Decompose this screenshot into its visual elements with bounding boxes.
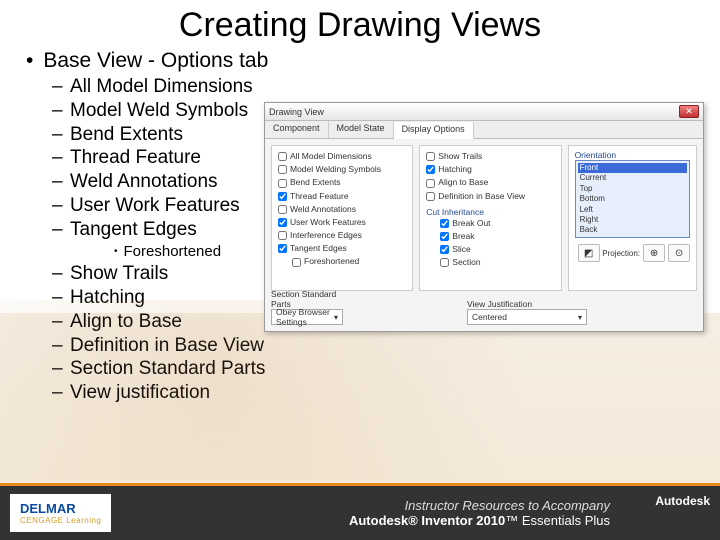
orientation-item[interactable]: Front	[578, 163, 687, 173]
tab-model-state[interactable]: Model State	[329, 121, 394, 138]
orientation-col: Orientation Front Current Top Bottom Lef…	[568, 145, 697, 291]
autodesk-logo: Autodesk	[655, 494, 710, 508]
section-std-parts-label: Section Standard Parts	[271, 289, 343, 309]
cut-inheritance-label: Cut Inheritance	[426, 207, 554, 217]
footer-line1: Instructor Resources to Accompany	[349, 498, 610, 513]
dialog-body: All Model Dimensions Model Welding Symbo…	[265, 139, 703, 297]
cube-icon[interactable]: ◩	[578, 244, 600, 262]
chk-slice[interactable]: Slice	[440, 243, 554, 256]
chk-show-trails[interactable]: Show Trails	[426, 150, 554, 163]
delmar-text: DELMAR	[20, 501, 101, 516]
dialog-footer-left: Section Standard Parts Obey Browser Sett…	[271, 289, 343, 325]
bullet-main: •Base View - Options tab	[26, 49, 720, 73]
sub-item: –Section Standard Parts	[52, 357, 720, 381]
delmar-logo: DELMAR CENGAGE Learning	[10, 494, 111, 532]
close-button[interactable]: ✕	[679, 105, 699, 118]
sub-item: –All Model Dimensions	[52, 75, 720, 99]
projection-first-angle[interactable]: ⊕	[643, 244, 665, 262]
chk-section[interactable]: Section	[440, 256, 554, 269]
view-justification-label: View Justification	[467, 299, 587, 309]
cengage-text: CENGAGE Learning	[20, 516, 101, 525]
chk-bend-extents[interactable]: Bend Extents	[278, 176, 406, 189]
orientation-item[interactable]: Left	[578, 205, 687, 215]
bullet-main-text: Base View - Options tab	[43, 49, 268, 72]
chk-foreshortened[interactable]: Foreshortened	[292, 255, 406, 268]
chk-tangent-edges[interactable]: Tangent Edges	[278, 242, 406, 255]
footer-line2: Autodesk® Inventor 2010™ Essentials Plus	[349, 513, 610, 528]
view-justification-dropdown[interactable]: Centered▾	[467, 309, 587, 325]
projection-row: ◩ Projection: ⊕ ⊙	[575, 244, 690, 262]
chk-thread-feature[interactable]: Thread Feature	[278, 190, 406, 203]
chk-weld-annotations[interactable]: Weld Annotations	[278, 203, 406, 216]
tab-display-options[interactable]: Display Options	[394, 122, 474, 139]
dialog-tabs: Component Model State Display Options	[265, 121, 703, 139]
orientation-label: Orientation	[575, 150, 690, 160]
section-std-parts-dropdown[interactable]: Obey Browser Settings▾	[271, 309, 343, 325]
dialog-footer-mid: View Justification Centered▾	[467, 299, 587, 325]
chk-user-work-features[interactable]: User Work Features	[278, 216, 406, 229]
chk-hatching[interactable]: Hatching	[426, 163, 554, 176]
chk-break-out[interactable]: Break Out	[440, 217, 554, 230]
projection-third-angle[interactable]: ⊙	[668, 244, 690, 262]
orientation-item[interactable]: Bottom	[578, 194, 687, 204]
orientation-item[interactable]: Iso Top Right	[578, 236, 687, 238]
footer-accent	[0, 483, 720, 486]
dialog-title: Drawing View	[269, 107, 324, 117]
chk-model-welding-symbols[interactable]: Model Welding Symbols	[278, 163, 406, 176]
chk-break[interactable]: Break	[440, 230, 554, 243]
slide-title: Creating Drawing Views	[0, 0, 720, 45]
orientation-listbox[interactable]: Front Current Top Bottom Left Right Back…	[575, 160, 690, 238]
projection-label: Projection:	[600, 249, 640, 258]
orientation-item[interactable]: Back	[578, 225, 687, 235]
tab-component[interactable]: Component	[265, 121, 329, 138]
chk-interference-edges[interactable]: Interference Edges	[278, 229, 406, 242]
chk-all-model-dimensions[interactable]: All Model Dimensions	[278, 150, 406, 163]
dialog-titlebar[interactable]: Drawing View ✕	[265, 103, 703, 121]
orientation-item[interactable]: Top	[578, 184, 687, 194]
drawing-view-dialog: Drawing View ✕ Component Model State Dis…	[264, 102, 704, 332]
sub-item: –View justification	[52, 381, 720, 405]
options-col-2: Show Trails Hatching Align to Base Defin…	[419, 145, 561, 291]
sub-item: –Definition in Base View	[52, 334, 720, 358]
footer-bar: DELMAR CENGAGE Learning Instructor Resou…	[0, 486, 720, 540]
orientation-item[interactable]: Right	[578, 215, 687, 225]
options-col-1: All Model Dimensions Model Welding Symbo…	[271, 145, 413, 291]
chk-definition-in-base-view[interactable]: Definition in Base View	[426, 190, 554, 203]
orientation-item[interactable]: Current	[578, 173, 687, 183]
chk-align-to-base[interactable]: Align to Base	[426, 176, 554, 189]
slide: Creating Drawing Views •Base View - Opti…	[0, 0, 720, 540]
